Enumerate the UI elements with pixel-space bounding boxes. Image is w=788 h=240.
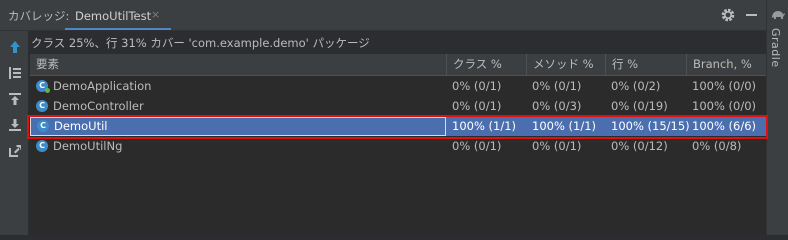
go-up-arrow-icon[interactable] bbox=[7, 39, 23, 55]
line-coverage: 0% (0/12) bbox=[611, 139, 668, 153]
branch-coverage: 100% (6/6) bbox=[692, 119, 757, 133]
column-header-class[interactable]: クラス % bbox=[446, 54, 526, 75]
column-header-branch[interactable]: Branch, % bbox=[686, 54, 766, 75]
table-row[interactable]: C DemoUtilNg 0% (0/1) 0% (0/1) 0% (0/12) … bbox=[30, 137, 766, 156]
coverage-toolbar bbox=[0, 31, 28, 235]
navigate-to-source-icon[interactable] bbox=[7, 117, 23, 133]
line-coverage: 0% (0/19) bbox=[611, 99, 668, 113]
branch-coverage: 0% (0/8) bbox=[692, 139, 742, 153]
tab-demoutiltest[interactable]: DemoUtilTest × bbox=[65, 0, 171, 30]
class-coverage: 0% (0/1) bbox=[452, 79, 502, 93]
element-name: DemoApplication bbox=[53, 79, 152, 93]
element-name: DemoUtilNg bbox=[53, 139, 123, 153]
spring-class-icon: C bbox=[36, 79, 50, 93]
tab-label: DemoUtilTest bbox=[75, 9, 152, 23]
branch-coverage: 100% (0/0) bbox=[692, 79, 757, 93]
class-icon: C bbox=[37, 119, 49, 132]
table-row-selected[interactable]: C DemoUtil 100% (1/1) 100% (1/1) 100% (15… bbox=[30, 117, 766, 136]
method-coverage: 0% (0/3) bbox=[532, 99, 582, 113]
tool-window-header: カバレッジ: DemoUtilTest × bbox=[0, 0, 766, 31]
flatten-packages-icon[interactable] bbox=[7, 65, 23, 81]
class-icon: C bbox=[36, 139, 48, 152]
coverage-summary: クラス 25%、行 31% カバー 'com.example.demo' パッケ… bbox=[31, 36, 370, 50]
line-coverage: 100% (15/15) bbox=[611, 119, 690, 133]
method-coverage: 100% (1/1) bbox=[532, 119, 597, 133]
class-coverage: 0% (0/1) bbox=[452, 139, 502, 153]
minimize-icon[interactable] bbox=[746, 14, 757, 16]
column-header-method[interactable]: メソッド % bbox=[526, 54, 605, 75]
tool-window-title: カバレッジ: bbox=[8, 9, 70, 23]
column-header-element[interactable]: 要素 bbox=[30, 54, 446, 75]
class-icon: C bbox=[36, 99, 48, 112]
method-coverage: 0% (0/1) bbox=[532, 79, 582, 93]
line-coverage: 0% (0/2) bbox=[611, 79, 661, 93]
table-header: 要素 クラス % メソッド % 行 % Branch, % bbox=[30, 54, 766, 76]
export-report-icon[interactable] bbox=[7, 143, 23, 159]
gear-icon[interactable] bbox=[720, 7, 736, 23]
branch-coverage: 100% (0/0) bbox=[692, 99, 757, 113]
gradle-icon[interactable] bbox=[770, 7, 786, 21]
element-name: DemoUtil bbox=[54, 119, 108, 133]
method-coverage: 0% (0/1) bbox=[532, 139, 582, 153]
class-coverage: 0% (0/1) bbox=[452, 99, 502, 113]
class-coverage: 100% (1/1) bbox=[452, 119, 517, 133]
right-tool-strip: Gradle bbox=[766, 0, 788, 235]
gradle-side-tab[interactable]: Gradle bbox=[769, 28, 782, 68]
coverage-table: 要素 クラス % メソッド % 行 % Branch, % C DemoAppli… bbox=[30, 54, 766, 235]
table-row[interactable]: C DemoController 0% (0/1) 0% (0/3) 0% (0/… bbox=[30, 97, 766, 116]
table-row[interactable]: C DemoApplication 0% (0/1) 0% (0/1) 0% (0… bbox=[30, 77, 766, 96]
element-name: DemoController bbox=[53, 99, 144, 113]
column-header-line[interactable]: 行 % bbox=[605, 54, 686, 75]
tab-close-icon[interactable]: × bbox=[151, 8, 160, 21]
navigate-from-source-icon[interactable] bbox=[7, 91, 23, 107]
